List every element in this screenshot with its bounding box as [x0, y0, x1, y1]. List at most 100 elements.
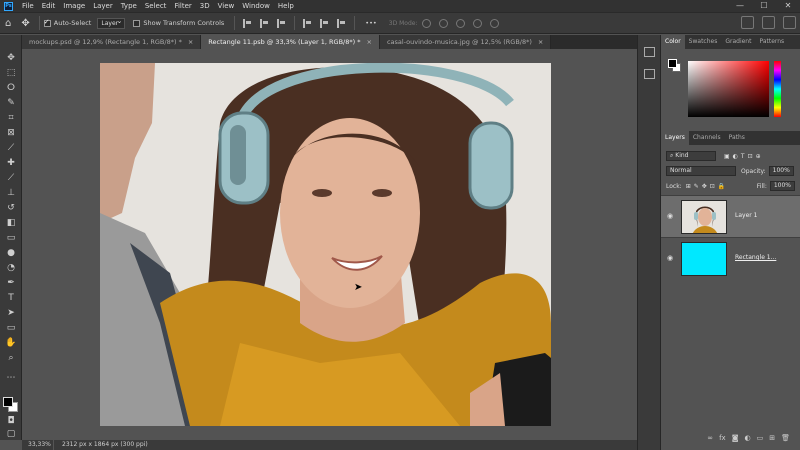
document-canvas[interactable] — [100, 63, 551, 426]
layer-row-layer-1[interactable]: ◉ Layer 1 — [661, 195, 800, 237]
close-tab-icon[interactable]: × — [538, 38, 543, 46]
screen-mode-icon[interactable]: ▢ — [3, 428, 19, 440]
menu-window[interactable]: Window — [238, 0, 274, 12]
opacity-input[interactable]: 100% — [768, 166, 794, 176]
3d-slide-icon[interactable] — [472, 18, 482, 28]
foreground-color-swatch[interactable] — [3, 397, 13, 407]
3d-scale-icon[interactable] — [489, 18, 499, 28]
brush-tool-icon[interactable]: ⟋ — [3, 172, 19, 184]
menu-image[interactable]: Image — [59, 0, 89, 12]
align-middle-icon[interactable] — [320, 18, 329, 28]
more-options-button[interactable]: ••• — [365, 19, 377, 27]
auto-select-target-dropdown[interactable]: Layer — [97, 17, 126, 29]
type-tool-icon[interactable]: T — [3, 292, 19, 304]
move-tool-icon[interactable]: ✥ — [21, 18, 29, 29]
eyedropper-tool-icon[interactable]: ⟋ — [3, 142, 19, 154]
3d-roll-icon[interactable] — [438, 18, 448, 28]
tab-casal-ouvindo-musica[interactable]: casal-ouvindo-musica.jpg @ 12,5% (RGB/8*… — [379, 35, 552, 49]
quick-select-tool-icon[interactable]: ✎ — [3, 97, 19, 109]
add-mask-icon[interactable]: ◙ — [732, 434, 739, 442]
tab-swatches[interactable]: Swatches — [685, 35, 722, 49]
transform-controls-toggle[interactable]: Show Transform Controls — [133, 19, 224, 27]
close-tab-icon[interactable]: × — [188, 38, 193, 46]
menu-filter[interactable]: Filter — [170, 0, 195, 12]
hand-tool-icon[interactable]: ✋ — [3, 337, 19, 349]
zoom-tool-icon[interactable]: ⌕ — [3, 352, 19, 364]
close-window-button[interactable]: ✕ — [776, 0, 800, 12]
healing-brush-tool-icon[interactable]: ✚ — [3, 157, 19, 169]
tab-patterns[interactable]: Patterns — [755, 35, 788, 49]
tab-paths[interactable]: Paths — [725, 131, 749, 145]
close-tab-icon[interactable]: × — [366, 38, 371, 46]
history-panel-icon[interactable] — [644, 47, 655, 57]
fx-icon[interactable]: fx — [719, 434, 726, 442]
visibility-eye-icon[interactable]: ◉ — [667, 254, 673, 262]
rectangle-tool-icon[interactable]: ▭ — [3, 322, 19, 334]
menu-layer[interactable]: Layer — [89, 0, 117, 12]
tab-mockups[interactable]: mockups.psd @ 12,9% (Rectangle 1, RGB/8*… — [22, 35, 202, 49]
marquee-tool-icon[interactable]: ⬚ — [3, 67, 19, 79]
align-right-icon[interactable] — [277, 18, 286, 28]
share-icon[interactable] — [783, 16, 796, 29]
auto-select-checkbox[interactable] — [43, 18, 51, 27]
layer-row-rectangle-1[interactable]: ◉ Rectangle 1... — [661, 237, 800, 279]
layer-filter-dropdown[interactable]: ⌕ Kind — [666, 151, 716, 161]
layer-name[interactable]: Rectangle 1... — [735, 254, 776, 261]
tab-rectangle-11[interactable]: Rectangle 11.psb @ 33,3% (Layer 1, RGB/8… — [201, 35, 380, 49]
menu-view[interactable]: View — [214, 0, 239, 12]
maximize-button[interactable]: ☐ — [752, 0, 776, 12]
home-icon[interactable]: ⌂ — [5, 18, 11, 29]
gradient-tool-icon[interactable]: ▭ — [3, 232, 19, 244]
tab-gradient[interactable]: Gradient — [721, 35, 755, 49]
color-picker-field[interactable] — [688, 61, 769, 117]
blend-mode-dropdown[interactable]: Normal — [666, 166, 736, 176]
lock-icons[interactable]: ⊞✎✥⊡🔒 — [686, 183, 729, 190]
lasso-tool-icon[interactable]: ⵔ — [3, 82, 19, 94]
adjustment-layer-icon[interactable]: ◐ — [745, 434, 751, 442]
menu-3d[interactable]: 3D — [196, 0, 214, 12]
more-tools-icon[interactable]: ⋯ — [3, 372, 19, 384]
path-selection-tool-icon[interactable]: ➤ — [3, 307, 19, 319]
frame-tool-icon[interactable]: ⊠ — [3, 127, 19, 139]
eraser-tool-icon[interactable]: ◧ — [3, 217, 19, 229]
tab-layers[interactable]: Layers — [661, 131, 689, 145]
tab-color[interactable]: Color — [661, 35, 685, 49]
hue-slider[interactable] — [774, 61, 781, 117]
search-icon[interactable] — [741, 16, 754, 29]
filter-icons[interactable]: ▣◐T⊡⊕ — [724, 153, 764, 160]
menu-type[interactable]: Type — [117, 0, 141, 12]
align-top-icon[interactable] — [303, 18, 312, 28]
visibility-eye-icon[interactable]: ◉ — [667, 212, 673, 220]
menu-file[interactable]: File — [18, 0, 38, 12]
tab-channels[interactable]: Channels — [689, 131, 725, 145]
new-layer-icon[interactable]: ⊞ — [769, 434, 775, 442]
dodge-tool-icon[interactable]: ◔ — [3, 262, 19, 274]
blur-tool-icon[interactable]: ● — [3, 247, 19, 259]
foreground-color-swatch[interactable] — [668, 59, 677, 68]
layer-name[interactable]: Layer 1 — [735, 212, 757, 219]
minimize-button[interactable]: — — [728, 0, 752, 12]
quick-mask-icon[interactable]: ◘ — [3, 415, 19, 427]
menu-edit[interactable]: Edit — [38, 0, 60, 12]
properties-panel-icon[interactable] — [644, 69, 655, 79]
align-bottom-icon[interactable] — [337, 18, 346, 28]
crop-tool-icon[interactable]: ⌗ — [3, 112, 19, 124]
transform-controls-checkbox[interactable] — [133, 19, 141, 27]
3d-drag-icon[interactable] — [455, 18, 465, 28]
align-left-icon[interactable] — [243, 18, 252, 28]
link-layers-icon[interactable]: ∞ — [707, 434, 713, 442]
workspace-icon[interactable] — [762, 16, 775, 29]
new-group-icon[interactable]: ▭ — [757, 434, 764, 442]
pen-tool-icon[interactable]: ✒ — [3, 277, 19, 289]
document-info[interactable]: 2312 px x 1864 px (300 ppi) — [54, 440, 148, 450]
zoom-level[interactable]: 33,33% — [22, 440, 54, 450]
fill-input[interactable]: 100% — [769, 181, 795, 191]
clone-stamp-tool-icon[interactable]: ⊥ — [3, 187, 19, 199]
history-brush-tool-icon[interactable]: ↺ — [3, 202, 19, 214]
3d-orbit-icon[interactable] — [421, 18, 431, 28]
align-center-icon[interactable] — [260, 18, 269, 28]
menu-help[interactable]: Help — [274, 0, 298, 12]
move-tool-icon[interactable]: ✥ — [3, 52, 19, 64]
menu-select[interactable]: Select — [141, 0, 171, 12]
delete-layer-icon[interactable]: 🗑 — [781, 434, 790, 442]
